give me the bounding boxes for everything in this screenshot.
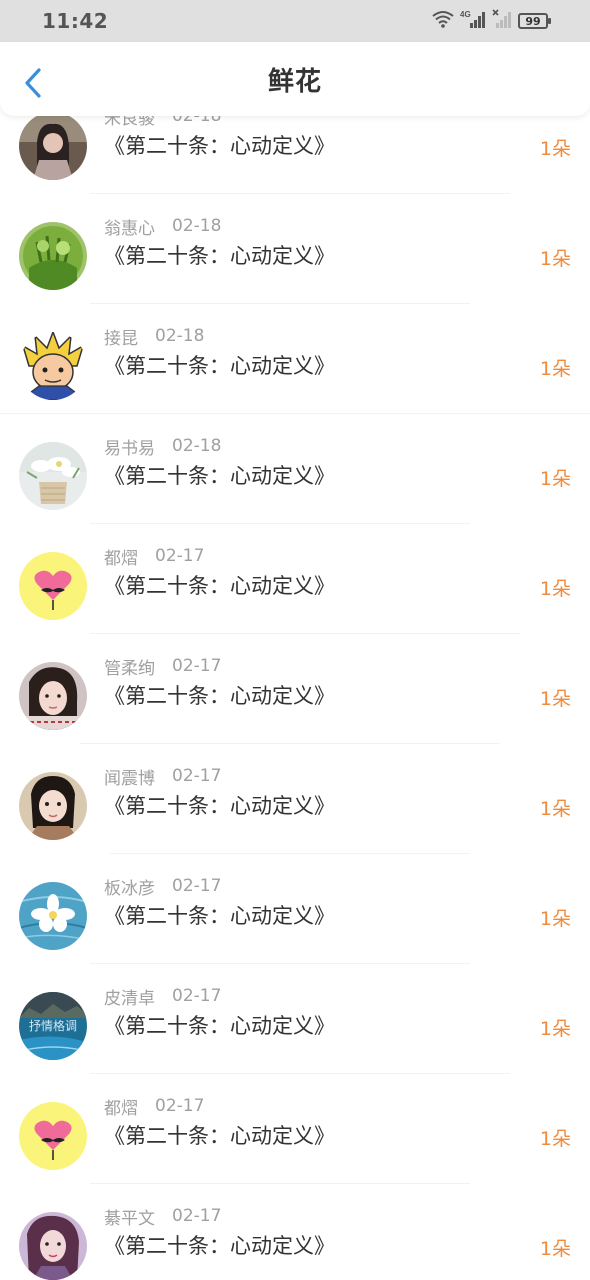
item-meta: 板冰彦 02-17 [104, 874, 222, 899]
item-meta: 都熠 02-17 [104, 544, 205, 569]
item-meta: 易书易 02-18 [104, 434, 222, 459]
send-date: 02-18 [172, 116, 222, 126]
flower-count: 1朵 [539, 908, 571, 930]
send-date: 02-17 [155, 1096, 205, 1116]
back-button[interactable] [18, 66, 48, 100]
send-date: 02-18 [155, 326, 205, 346]
avatar [19, 116, 87, 180]
item-meta: 闻震博 02-17 [104, 764, 222, 789]
sender-name: 管柔绚 [104, 658, 155, 679]
avatar-caption: 抒情格调 [29, 1018, 77, 1033]
gift-title: 《第二十条：心动定义》 [104, 1014, 335, 1038]
list-item[interactable]: 易书易 02-18 《第二十条：心动定义》 1朵 [0, 414, 590, 524]
avatar [19, 442, 87, 510]
send-date: 02-17 [172, 766, 222, 786]
flower-count: 1朵 [539, 468, 571, 490]
sender-name: 都熠 [104, 1098, 138, 1119]
gift-title: 《第二十条：心动定义》 [104, 574, 335, 598]
send-date: 02-17 [172, 656, 222, 676]
flower-count: 1朵 [539, 1128, 571, 1150]
avatar [19, 222, 87, 290]
item-meta: 皮清卓 02-17 [104, 984, 222, 1009]
sender-name: 接昆 [104, 328, 138, 349]
sender-name: 翁惠心 [104, 218, 155, 239]
flower-count: 1朵 [539, 358, 571, 380]
send-date: 02-17 [155, 546, 205, 566]
list-item[interactable]: 接昆 02-18 《第二十条：心动定义》 1朵 [0, 304, 590, 414]
sender-name: 綦平文 [104, 1208, 155, 1229]
list-item[interactable]: 翁惠心 02-18 《第二十条：心动定义》 1朵 [0, 194, 590, 304]
network-type-label: 4G [460, 10, 471, 19]
flower-count: 1朵 [539, 1238, 571, 1260]
list-item[interactable]: 都熠 02-17 《第二十条：心动定义》 1朵 [0, 1074, 590, 1184]
flower-count: 1朵 [539, 688, 571, 710]
chevron-left-icon [25, 68, 41, 98]
send-date: 02-18 [172, 216, 222, 236]
gift-title: 《第二十条：心动定义》 [104, 684, 335, 708]
sender-name: 皮清卓 [104, 988, 155, 1009]
status-time: 11:42 [42, 9, 109, 33]
flower-count: 1朵 [539, 248, 571, 270]
gift-title: 《第二十条：心动定义》 [104, 244, 335, 268]
gift-title: 《第二十条：心动定义》 [104, 1234, 335, 1258]
list-item[interactable]: 綦平文 02-17 《第二十条：心动定义》 1朵 [0, 1184, 590, 1280]
flower-count: 1朵 [539, 578, 571, 600]
send-date: 02-17 [172, 986, 222, 1006]
item-meta: 都熠 02-17 [104, 1094, 205, 1119]
status-icons: 4G 99 [432, 9, 551, 33]
avatar [19, 332, 87, 400]
gift-title: 《第二十条：心动定义》 [104, 794, 335, 818]
wifi-icon [432, 10, 454, 32]
gift-title: 《第二十条：心动定义》 [104, 1124, 335, 1148]
flower-list[interactable]: 米良骏 02-18 《第二十条：心动定义》 1朵 翁惠心 02-18 《第二十条… [0, 116, 590, 1280]
list-item[interactable]: 抒情格调 皮清卓 02-17 《第二十条：心动定义》 1朵 [0, 964, 590, 1074]
item-meta: 接昆 02-18 [104, 324, 205, 349]
signal-icon: 4G [460, 9, 486, 33]
sender-name: 都熠 [104, 548, 138, 569]
avatar [19, 882, 87, 950]
avatar [19, 552, 87, 620]
list-item[interactable]: 米良骏 02-18 《第二十条：心动定义》 1朵 [0, 116, 590, 194]
battery-icon: 99 [518, 13, 551, 29]
avatar: 抒情格调 [19, 992, 87, 1060]
list-item[interactable]: 闻震博 02-17 《第二十条：心动定义》 1朵 [0, 744, 590, 854]
nav-bar: 鲜花 [0, 42, 590, 116]
send-date: 02-17 [172, 1206, 222, 1226]
status-bar: 11:42 4G 99 [0, 0, 590, 42]
avatar [19, 1102, 87, 1170]
item-meta: 綦平文 02-17 [104, 1204, 222, 1229]
gift-title: 《第二十条：心动定义》 [104, 354, 335, 378]
flower-count: 1朵 [539, 138, 571, 160]
list-item[interactable]: 都熠 02-17 《第二十条：心动定义》 1朵 [0, 524, 590, 634]
flower-count: 1朵 [539, 1018, 571, 1040]
gift-title: 《第二十条：心动定义》 [104, 904, 335, 928]
avatar [19, 662, 87, 730]
list-item[interactable]: 板冰彦 02-17 《第二十条：心动定义》 1朵 [0, 854, 590, 964]
sender-name: 闻震博 [104, 768, 155, 789]
list-item[interactable]: 管柔绚 02-17 《第二十条：心动定义》 1朵 [0, 634, 590, 744]
sender-name: 板冰彦 [104, 878, 155, 899]
sender-name: 易书易 [104, 438, 155, 459]
signal-off-icon [492, 9, 512, 33]
item-meta: 管柔绚 02-17 [104, 654, 222, 679]
sender-name: 米良骏 [104, 116, 155, 129]
page-title: 鲜花 [267, 66, 322, 97]
send-date: 02-18 [172, 436, 222, 456]
item-meta: 翁惠心 02-18 [104, 214, 222, 239]
avatar [19, 1212, 87, 1280]
item-meta: 米良骏 02-18 [104, 116, 222, 129]
gift-title: 《第二十条：心动定义》 [104, 464, 335, 488]
gift-title: 《第二十条：心动定义》 [104, 134, 335, 158]
flower-count: 1朵 [539, 798, 571, 820]
avatar [19, 772, 87, 840]
send-date: 02-17 [172, 876, 222, 896]
